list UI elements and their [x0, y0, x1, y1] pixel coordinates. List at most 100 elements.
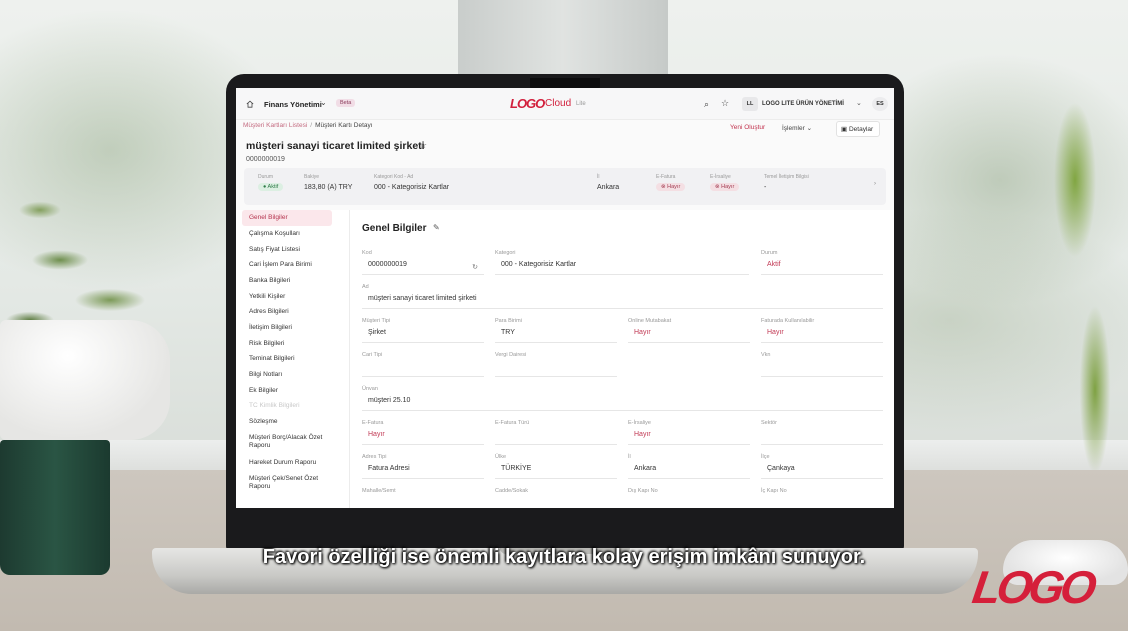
field-efatura-turu-input[interactable] — [495, 431, 617, 445]
summary-balance-value: 183,80 (A) TRY — [304, 184, 353, 191]
chevron-down-icon[interactable]: ⌄ — [856, 99, 862, 107]
org-name[interactable]: LOGO LITE ÜRÜN YÖNETİMİ — [762, 101, 844, 107]
field-efatura-turu-label: E-Fatura Türü — [495, 420, 530, 426]
plant-leaves — [0, 150, 170, 340]
summary-contact-value: - — [764, 184, 767, 191]
field-online-mutabakat: Online Mutabakat Hayır — [628, 318, 750, 344]
field-vergi-input[interactable] — [495, 363, 617, 377]
field-kod: Kod 0000000019 ↻ — [362, 250, 484, 276]
sidebar-item-adres[interactable]: Adres Bilgileri — [242, 304, 332, 320]
record-title: müşteri sanayi ticaret limited şirketi — [246, 140, 425, 152]
field-ulke-input[interactable]: TÜRKİYE — [495, 465, 617, 479]
field-ad-label: Ad — [362, 284, 369, 290]
sidebar-item-hareket[interactable]: Hareket Durum Raporu — [242, 455, 332, 471]
field-durum-label: Durum — [761, 250, 778, 256]
main-panel: Genel Bilgiler ✎ Kod 0000000019 ↻ Katego… — [350, 210, 894, 508]
field-vkn-input[interactable] — [761, 363, 883, 377]
field-para-birimi-input[interactable]: TRY — [495, 329, 617, 343]
logo-wordmark: LOGO — [510, 96, 545, 111]
field-kod-input[interactable]: 0000000019 — [362, 261, 484, 275]
field-efatura-input[interactable]: Hayır — [362, 431, 484, 445]
sidebar-item-iletisim[interactable]: İletişim Bilgileri — [242, 320, 332, 336]
plant-pot — [0, 320, 170, 440]
summary-balance-label: Bakiye — [304, 174, 320, 180]
sidebar-item-teminat[interactable]: Teminat Bilgileri — [242, 351, 332, 367]
field-faturada-label: Faturada Kullanılabilir — [761, 318, 815, 324]
breadcrumb: Müşteri Kartları Listesi / Müşteri Kartı D… — [243, 122, 373, 129]
summary-status: Durum ● Aktif — [258, 174, 284, 191]
details-button[interactable]: ▣ Detaylar — [836, 121, 881, 137]
breadcrumb-current: Müşteri Kartı Detayı — [315, 122, 373, 129]
beta-badge: Beta — [336, 99, 356, 107]
sidebar-item-ek-bilgiler[interactable]: Ek Bilgiler — [242, 383, 332, 399]
sidebar-item-bilgi-notlari[interactable]: Bilgi Notları — [242, 367, 332, 383]
sidebar-item-cek-senet[interactable]: Müşteri Çek/Senet Özet Raporu — [242, 471, 332, 495]
new-button[interactable]: Yeni Oluştur — [730, 124, 765, 131]
field-kategori-input[interactable]: 000 - Kategorisiz Kartlar — [495, 261, 749, 275]
field-para-birimi-label: Para Birimi — [495, 318, 522, 324]
module-selector[interactable]: Finans Yönetimi — [264, 100, 322, 109]
field-ilce-input[interactable]: Çankaya — [761, 465, 883, 479]
org-avatar[interactable]: LL — [742, 97, 758, 111]
field-vkn-label: Vkn — [761, 352, 771, 358]
field-sektor: Sektör — [761, 420, 883, 446]
favorites-star-icon[interactable]: ☆ — [721, 98, 729, 109]
field-online-label: Online Mutabakat — [628, 318, 672, 324]
efatura-badge-text: Hayır — [667, 184, 681, 190]
field-mahalle: Mahalle/Semt — [362, 488, 484, 508]
sidebar-item-genel[interactable]: Genel Bilgiler — [242, 210, 332, 226]
summary-efatura: E-Fatura ⊗ Hayır — [656, 174, 686, 191]
sidebar-item-calisma[interactable]: Çalışma Koşulları — [242, 226, 332, 242]
field-unvan: Ünvan müşteri 25.10 — [362, 386, 883, 412]
sidebar: Genel Bilgiler Çalışma Koşulları Satış F… — [236, 210, 350, 508]
record-code: 0000000019 — [246, 156, 285, 163]
field-eirsaliye-input[interactable]: Hayır — [628, 431, 750, 445]
field-ad-input[interactable]: müşteri sanayi ticaret limited şirketi — [362, 295, 883, 309]
right-plant-leaf — [955, 60, 1128, 490]
eirsaliye-badge-text: Hayır — [721, 184, 735, 190]
home-icon[interactable] — [246, 100, 254, 108]
sidebar-item-borc-alacak[interactable]: Müşteri Borç/Alacak Özet Raporu — [242, 430, 332, 454]
field-sektor-input[interactable] — [761, 431, 883, 445]
field-ic-kapi: İç Kapı No — [761, 488, 883, 508]
field-ic-kapi-label: İç Kapı No — [761, 488, 787, 494]
field-adres-tipi-input[interactable]: Fatura Adresi — [362, 465, 484, 479]
field-il-input[interactable]: Ankara — [628, 465, 750, 479]
field-faturada: Faturada Kullanılabilir Hayır — [761, 318, 883, 344]
favorite-star-icon[interactable]: ☆ — [419, 140, 427, 151]
details-label: Detaylar — [848, 126, 874, 133]
sidebar-item-para-birimi[interactable]: Cari İşlem Para Birimi — [242, 257, 332, 273]
sidebar-item-satis-fiyat[interactable]: Satış Fiyat Listesi — [242, 242, 332, 258]
field-ulke-label: Ülke — [495, 454, 507, 460]
summary-eirsaliye: E-İrsaliye ⊗ Hayır — [710, 174, 740, 191]
summary-contact: Temel İletişim Bilgisi - — [764, 174, 809, 191]
search-icon[interactable]: ⌕ — [704, 99, 709, 110]
edit-pencil-icon[interactable]: ✎ — [433, 223, 440, 232]
eirsaliye-badge: ⊗ Hayır — [710, 183, 740, 191]
field-vkn: Vkn — [761, 352, 883, 378]
sidebar-item-banka[interactable]: Banka Bilgileri — [242, 273, 332, 289]
field-efatura-turu: E-Fatura Türü — [495, 420, 617, 446]
field-musteri-tipi-input[interactable]: Şirket — [362, 329, 484, 343]
chevron-right-icon[interactable]: › — [874, 181, 876, 187]
product-name: Cloud — [545, 98, 572, 109]
field-unvan-input[interactable]: müşteri 25.10 — [362, 397, 883, 411]
operations-dropdown[interactable]: İşlemler ⌄ — [782, 124, 812, 132]
field-faturada-input[interactable]: Hayır — [761, 329, 883, 343]
breadcrumb-list-link[interactable]: Müşteri Kartları Listesi — [243, 122, 307, 129]
field-cadde: Cadde/Sokak — [495, 488, 617, 508]
user-avatar[interactable]: ES — [872, 97, 888, 111]
chevron-down-icon[interactable]: ⌄ — [320, 98, 327, 107]
refresh-icon[interactable]: ↻ — [472, 263, 478, 271]
field-cari-tipi-input[interactable] — [362, 363, 484, 377]
field-vergi-dairesi: Vergi Dairesi — [495, 352, 617, 378]
sidebar-item-sozlesme[interactable]: Sözleşme — [242, 414, 332, 430]
field-kategori-label: Kategori — [495, 250, 516, 256]
field-online-input[interactable]: Hayır — [628, 329, 750, 343]
field-durum-input[interactable]: Aktif — [761, 261, 883, 275]
sidebar-item-risk[interactable]: Risk Bilgileri — [242, 336, 332, 352]
summary-balance: Bakiye 183,80 (A) TRY — [304, 174, 352, 191]
sidebar-item-yetkili[interactable]: Yetkili Kişiler — [242, 289, 332, 305]
summary-category-label: Kategori Kod - Ad — [374, 174, 414, 180]
status-badge: ● Aktif — [258, 183, 284, 191]
